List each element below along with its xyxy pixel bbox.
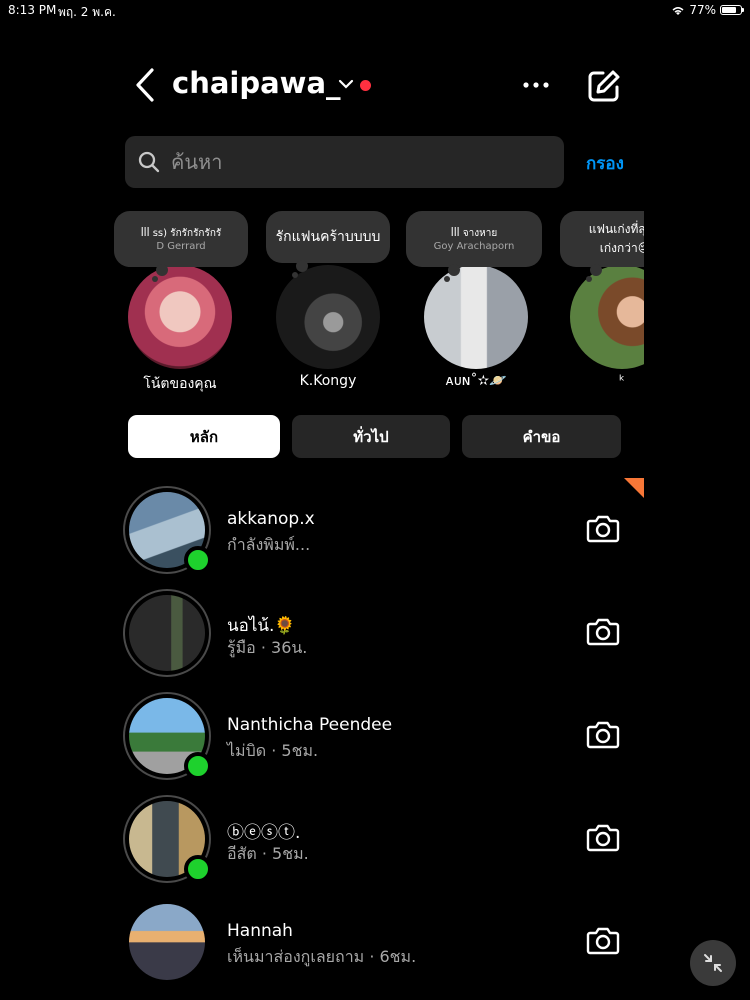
- note-text: ꟾꟾꟾ ss) รักรักรักรักรั: [140, 228, 222, 239]
- tab-general[interactable]: ทั่วไป: [292, 415, 450, 458]
- conversation-name: Nanthicha Peendee: [227, 715, 393, 735]
- note-bubble[interactable]: แฟนเก่งที่สุดแ เก่งกว่า😔: [560, 211, 644, 282]
- conversation-preview: รู้มือ · 36น.: [227, 638, 308, 657]
- note-text: ꟾꟾꟾ จางหาย: [450, 228, 498, 239]
- story-name: K.Kongy: [299, 373, 357, 389]
- camera-icon[interactable]: [586, 924, 620, 956]
- note-song: D Gerrard: [156, 241, 206, 252]
- note-text: รักแฟนคร้าบบบบ: [275, 229, 381, 245]
- more-options-icon[interactable]: [522, 78, 550, 92]
- camera-icon[interactable]: [586, 512, 620, 544]
- status-time: 8:13 PM: [8, 3, 57, 17]
- note-item-own[interactable]: ꟾꟾꟾ ss) รักรักรักรักรั D Gerrard โน้ตของ…: [110, 205, 248, 400]
- conversation-name: Hannah: [227, 921, 293, 941]
- tab-primary[interactable]: หลัก: [128, 415, 280, 458]
- filter-button[interactable]: กรอง: [586, 150, 624, 177]
- conversation-preview: กำลังพิมพ์...: [227, 535, 311, 554]
- collapse-arrows-icon: [704, 954, 722, 972]
- conversation-name: ⓑⓔⓢⓣ.: [227, 823, 301, 843]
- back-icon[interactable]: [130, 66, 160, 104]
- note-item-kkongy[interactable]: รักแฟนคร้าบบบบ K.Kongy: [258, 205, 390, 400]
- online-indicator: [184, 546, 212, 574]
- note-song: Goy Arachaporn: [433, 241, 515, 252]
- camera-icon[interactable]: [586, 615, 620, 647]
- search-input[interactable]: [169, 149, 533, 175]
- avatar[interactable]: [570, 265, 644, 369]
- note-item-4[interactable]: แฟนเก่งที่สุดแ เก่งกว่า😔 ᵏ: [552, 205, 644, 400]
- battery-percent: 77%: [689, 3, 716, 17]
- chevron-down-icon[interactable]: [338, 78, 354, 90]
- tab-requests[interactable]: คำขอ: [462, 415, 621, 458]
- conversation-preview: เห็นมาส่องกูเลยถาม · 6ชม.: [227, 947, 417, 966]
- avatar[interactable]: [276, 265, 380, 369]
- note-bubble[interactable]: ꟾꟾꟾ ss) รักรักรักรักรั D Gerrard: [114, 211, 248, 282]
- message-row[interactable]: akkanop.x กำลังพิมพ์...: [120, 484, 640, 584]
- conversation-preview: ไม่บิด · 5ชม.: [227, 741, 319, 760]
- note-text: แฟนเก่งที่สุดแ: [588, 222, 644, 236]
- status-date: พฤ. 2 พ.ค.: [58, 5, 116, 19]
- avatar[interactable]: [128, 265, 232, 369]
- message-row[interactable]: นอไน้.🌻 รู้มือ · 36น.: [120, 587, 640, 687]
- note-bubble[interactable]: ꟾꟾꟾ จางหาย Goy Arachaporn: [406, 211, 542, 282]
- note-item-aun[interactable]: ꟾꟾꟾ จางหาย Goy Arachaporn ᴀᴜɴ˚✫🪐: [406, 205, 542, 400]
- search-icon: [138, 151, 160, 173]
- compose-icon[interactable]: [586, 68, 622, 104]
- online-indicator: [184, 855, 212, 883]
- battery-icon: [720, 5, 744, 15]
- camera-icon[interactable]: [586, 821, 620, 853]
- search-bar[interactable]: [125, 136, 564, 188]
- conversation-preview: อีสัต · 5ชม.: [227, 844, 309, 863]
- wifi-icon: [672, 6, 684, 15]
- camera-icon[interactable]: [586, 718, 620, 750]
- conversation-name: akkanop.x: [227, 509, 315, 529]
- avatar[interactable]: [424, 265, 528, 369]
- battery-fill: [722, 7, 736, 13]
- story-name: โน้ตของคุณ: [143, 376, 217, 392]
- status-right: 77%: [671, 3, 744, 17]
- conversation-name: นอไน้.🌻: [227, 616, 296, 636]
- message-row[interactable]: ⓑⓔⓢⓣ. อีสัต · 5ชม.: [120, 793, 640, 893]
- avatar[interactable]: [129, 595, 205, 671]
- message-row[interactable]: Hannah เห็นมาส่องกูเลยถาม · 6ชม.: [120, 896, 640, 996]
- avatar[interactable]: [129, 904, 205, 980]
- note-text-2: เก่งกว่า😔: [599, 241, 644, 255]
- username-title[interactable]: chaipawa_: [172, 66, 341, 100]
- status-bar: 8:13 PM พฤ. 2 พ.ค. 77%: [0, 0, 750, 20]
- note-bubble[interactable]: รักแฟนคร้าบบบบ: [266, 211, 390, 278]
- story-name: ᴀᴜɴ˚✫🪐: [445, 373, 507, 389]
- story-name: ᵏ: [619, 373, 625, 389]
- online-indicator: [184, 752, 212, 780]
- collapse-button[interactable]: [690, 940, 736, 986]
- message-row[interactable]: Nanthicha Peendee ไม่บิด · 5ชม.: [120, 690, 640, 790]
- notification-dot: [360, 80, 371, 91]
- notes-strip[interactable]: ꟾꟾꟾ ss) รักรักรักรักรั D Gerrard โน้ตของ…: [110, 205, 644, 400]
